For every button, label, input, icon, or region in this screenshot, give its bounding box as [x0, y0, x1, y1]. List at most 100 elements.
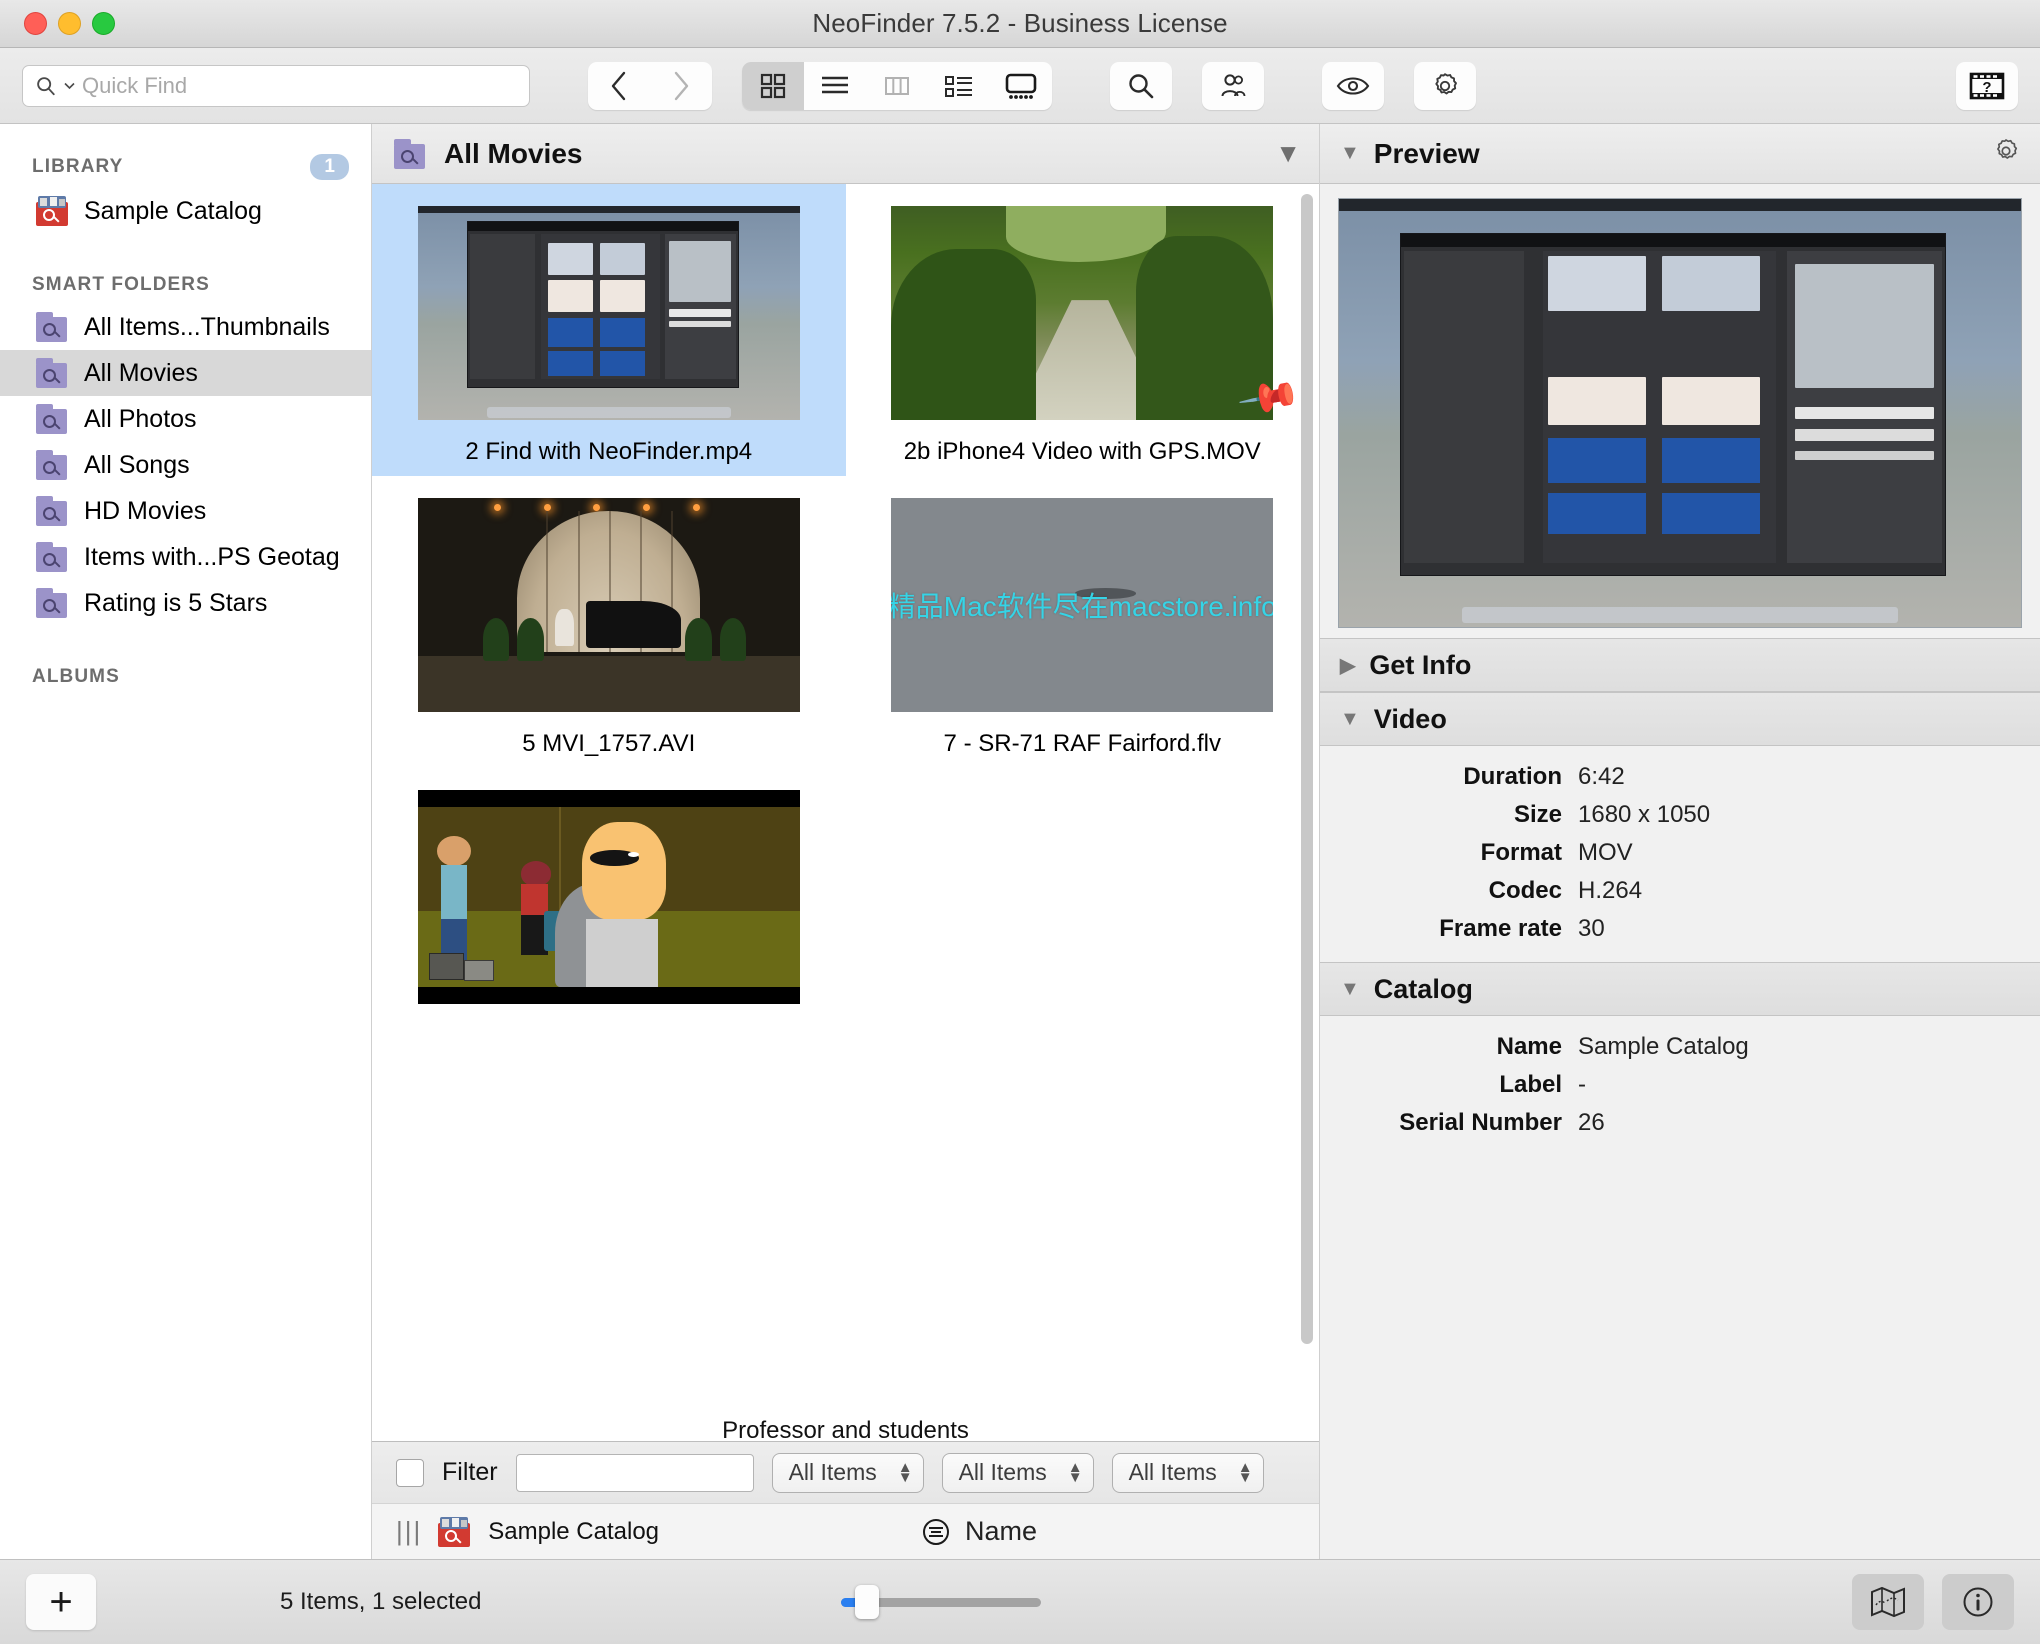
disclosure-triangle-icon[interactable]: ▶: [1340, 653, 1355, 678]
people-button[interactable]: [1202, 62, 1264, 110]
thumbnail-grid-scroll[interactable]: 2 Find with NeoFinder.mp4 📌 2b iPhone4 V…: [372, 184, 1319, 1441]
map-button[interactable]: [1852, 1574, 1924, 1630]
grid-item-caption: 5 MVI_1757.AVI: [522, 730, 696, 757]
section-title: Catalog: [1373, 973, 1473, 1004]
thumbnail-image: [417, 498, 800, 712]
find-button[interactable]: [1110, 62, 1172, 110]
sidebar-item-all-songs[interactable]: All Songs: [0, 442, 371, 488]
people-button-group: [1202, 61, 1264, 110]
view-mode-gallery-view[interactable]: [990, 62, 1052, 110]
sidebar-item-sample-catalog[interactable]: Sample Catalog: [0, 188, 371, 234]
forward-button[interactable]: [650, 62, 712, 110]
thumbnail-image: [891, 206, 1274, 420]
path-bar: ||| Sample Catalog Name: [372, 1503, 1319, 1559]
grid-item-caption: 2 Find with NeoFinder.mp4: [465, 438, 753, 465]
sidebar-section-library: LIBRARY 1: [0, 144, 371, 188]
property-row: Duration 6:42: [1320, 758, 2040, 796]
search-input[interactable]: [82, 72, 517, 99]
smart-folder-icon: [394, 138, 428, 169]
smart-folder-icon: [36, 358, 70, 388]
sidebar-item-all-movies[interactable]: All Movies: [0, 350, 371, 396]
sidebar-item-all-items-thumbnails[interactable]: All Items...Thumbnails: [0, 304, 371, 350]
grid-item-caption: 7 - SR-71 RAF Fairford.flv: [943, 730, 1221, 757]
sidebar-item-label: HD Movies: [84, 496, 207, 525]
resize-grip[interactable]: |||: [396, 1516, 422, 1547]
view-mode-column-view[interactable]: [866, 62, 928, 110]
disclosure-triangle-icon[interactable]: ▼: [1340, 142, 1360, 165]
preview-settings-button[interactable]: [1992, 137, 2020, 170]
preview-title: Preview: [1373, 137, 1480, 169]
info-button[interactable]: [1942, 1574, 2014, 1630]
sidebar-section-smart-folders: SMART FOLDERS: [0, 264, 371, 304]
property-row: Label -: [1320, 1066, 2040, 1104]
sidebar-item-items-with-ps-geotag[interactable]: Items with...PS Geotag: [0, 534, 371, 580]
clipped-caption: Professor and students: [722, 1417, 969, 1441]
info-icon: [1963, 1587, 1993, 1617]
sort-control[interactable]: Name: [921, 1516, 1037, 1547]
view-mode-list-view[interactable]: [804, 62, 866, 110]
navigation-group: [588, 61, 712, 110]
path-catalog-label: Sample Catalog: [488, 1517, 660, 1545]
grid-item[interactable]: 2 Find with NeoFinder.mp4: [372, 184, 846, 476]
sidebar-item-label: Items with...PS Geotag: [84, 542, 340, 571]
filter-popup-3[interactable]: All Items ▲ ▼: [1111, 1452, 1264, 1493]
property-key: Name: [1496, 1033, 1562, 1060]
property-value: 26: [1578, 1109, 1605, 1136]
preview-section-video[interactable]: ▼ Video: [1320, 692, 2040, 746]
film-help-button[interactable]: ?: [1956, 62, 2018, 110]
quick-find-field[interactable]: [22, 64, 530, 107]
filter-bar: Filter All Items ▲ ▼ All Items ▲ ▼ All Ite…: [372, 1441, 1319, 1503]
smart-folder-icon: [36, 542, 70, 572]
filter-popup-1-value: All Items: [788, 1459, 877, 1485]
property-value: Sample Catalog: [1578, 1033, 1749, 1060]
back-button[interactable]: [588, 62, 650, 110]
disclosure-triangle-icon[interactable]: ▼: [1340, 708, 1360, 731]
view-mode-icon-view[interactable]: [742, 61, 804, 110]
sidebar-section-albums: ALBUMS: [0, 656, 371, 696]
sidebar-item-all-photos[interactable]: All Photos: [0, 396, 371, 442]
sort-field-label: Name: [965, 1516, 1038, 1546]
smart-folders-header-label: SMART FOLDERS: [32, 274, 210, 295]
grid-item[interactable]: 📌 2b iPhone4 Video with GPS.MOV: [846, 184, 1320, 476]
view-mode-detail-view[interactable]: [928, 62, 990, 110]
preview-header: ▼ Preview: [1320, 124, 2040, 184]
preview-section-get-info[interactable]: ▶ Get Info: [1320, 638, 2040, 692]
sidebar-item-rating-is-5-stars[interactable]: Rating is 5 Stars: [0, 580, 371, 626]
find-button-group: [1110, 61, 1172, 110]
grid-item[interactable]: 精品Mac软件尽在macstore.info 7 - SR-71 RAF Fai…: [846, 476, 1320, 768]
smart-folder-icon: [36, 312, 70, 342]
preview-filler: [1320, 1156, 2040, 1559]
grid-item[interactable]: 5 MVI_1757.AVI: [372, 476, 846, 768]
scrollbar-thumb[interactable]: [1301, 194, 1313, 1344]
filter-input[interactable]: [515, 1453, 754, 1492]
sidebar-item-label: All Movies: [84, 358, 198, 387]
neofinder-window: NeoFinder 7.5.2 - Business License Quick…: [0, 0, 2040, 1644]
eye-button[interactable]: [1322, 62, 1384, 110]
chevron-down-icon[interactable]: [64, 82, 75, 90]
thumbnail-size-slider[interactable]: [841, 1585, 1042, 1619]
preview-toggle-group: [1322, 61, 1384, 110]
content-header: All Movies ▼: [372, 124, 1319, 184]
sidebar-item-hd-movies[interactable]: HD Movies: [0, 488, 371, 534]
preview-image[interactable]: [1338, 198, 2022, 628]
disclosure-triangle-icon[interactable]: ▼: [1340, 978, 1360, 1001]
smart-folder-icon: [36, 404, 70, 434]
vertical-scrollbar[interactable]: [1301, 194, 1313, 1431]
grid-item[interactable]: [372, 768, 846, 1060]
gear-button[interactable]: [1414, 62, 1476, 110]
filter-checkbox[interactable]: [396, 1458, 424, 1487]
thumbnail-grid: 2 Find with NeoFinder.mp4 📌 2b iPhone4 V…: [372, 184, 1319, 1060]
sidebar-item-label: Sample Catalog: [84, 196, 262, 225]
window-title: NeoFinder 7.5.2 - Business License: [812, 8, 1228, 38]
library-header-label: LIBRARY: [32, 156, 124, 177]
content-options-caret[interactable]: ▼: [1275, 138, 1301, 169]
sidebar-item-label: All Items...Thumbnails: [84, 312, 330, 341]
filter-popup-1[interactable]: All Items ▲ ▼: [771, 1452, 924, 1493]
title-bar: NeoFinder 7.5.2 - Business License: [0, 0, 2040, 48]
stepper-icon: ▲ ▼: [897, 1458, 913, 1486]
preview-section-catalog[interactable]: ▼ Catalog: [1320, 962, 2040, 1016]
filter-popup-2[interactable]: All Items ▲ ▼: [941, 1452, 1094, 1493]
slider-knob[interactable]: [855, 1585, 880, 1619]
add-button[interactable]: +: [26, 1574, 96, 1630]
property-value: 6:42: [1578, 763, 1625, 790]
